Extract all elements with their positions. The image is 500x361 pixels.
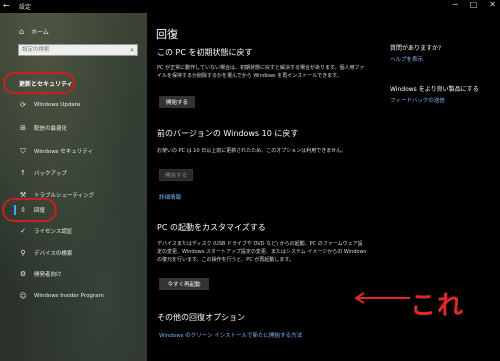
rollback-description: お使いの PC は 10 日以上前に更新されたため、このオプションは利用できませ…: [157, 148, 347, 154]
sidebar-item-developers[interactable]: ⚙ 開発者向け: [0, 266, 147, 282]
clean-install-link[interactable]: Windows のクリーン インストールで新たに開始する方法: [159, 331, 302, 339]
search-input[interactable]: [22, 45, 122, 55]
settings-window: ← 設定 ─ □ ✕ ⌂ ホーム ⌕ 更新とセキュリティ ⟳ Windows U…: [0, 0, 500, 361]
search-icon[interactable]: ⌕: [130, 46, 134, 55]
sidebar-item-label: 配信の最適化: [34, 126, 68, 132]
sidebar-item-activation[interactable]: ✓ ライセンス認証: [0, 223, 147, 239]
sidebar-item-label: 開発者向け: [34, 272, 62, 278]
feedback-link[interactable]: フィードバックの送信: [390, 96, 445, 104]
minimize-icon[interactable]: ─: [453, 0, 458, 9]
sidebar-item-label: Windows Insider Program: [34, 293, 104, 299]
rollback-learn-more-link[interactable]: 詳細情報: [159, 193, 181, 201]
shield-icon: ⛉: [20, 146, 26, 155]
title-bar: ← 設定 ─ □ ✕: [0, 0, 500, 13]
window-controls: ─ □ ✕: [453, 0, 496, 9]
search-box[interactable]: ⌕: [18, 44, 138, 56]
reset-start-button[interactable]: 開始する: [159, 96, 195, 108]
home-icon: ⌂: [19, 27, 25, 36]
restart-now-button[interactable]: 今すぐ再起動: [159, 278, 209, 290]
sidebar-item-windows-security[interactable]: ⛉ Windows セキュリティ: [0, 143, 147, 159]
sidebar: ⌂ ホーム ⌕ 更新とセキュリティ ⟳ Windows Update ⊞ 配信の…: [0, 13, 147, 361]
rollback-heading: 前のバージョンの Windows 10 に戻す: [157, 129, 299, 138]
highlight-circle-section: [3, 72, 75, 94]
sidebar-item-label: デバイスの検索: [34, 251, 73, 257]
improve-heading: Windows をより良い製品にする: [390, 86, 479, 93]
highlight-circle-recovery: [2, 198, 57, 222]
reset-description: PC が正常に動作していない場合は、初期状態に戻すと解決する場合があります。個人…: [157, 65, 365, 79]
back-arrow-icon[interactable]: ←: [3, 1, 10, 10]
person-location-icon: ⚲: [20, 249, 26, 257]
sidebar-item-insider-program[interactable]: ☺ Windows Insider Program: [0, 288, 147, 304]
delivery-icon: ⊞: [20, 124, 26, 132]
main-content: 回復 この PC を初期状態に戻す PC が正常に動作していない場合は、初期状態…: [147, 13, 500, 361]
more-options-heading: その他の回復オプション: [157, 313, 245, 322]
sidebar-item-label: Windows セキュリティ: [34, 149, 93, 155]
help-link[interactable]: ヘルプを表示: [390, 55, 423, 63]
advanced-startup-heading: PC の起動をカスタマイズする: [157, 223, 266, 232]
page-title: 回復: [156, 28, 178, 41]
backup-icon: ↑: [20, 169, 26, 177]
reset-heading: この PC を初期状態に戻す: [157, 48, 253, 57]
annotation-label: これ: [410, 291, 465, 321]
sidebar-item-label: Windows Update: [34, 102, 81, 108]
annotation-arrow: [354, 292, 410, 304]
home-label: ホーム: [31, 29, 49, 36]
sync-icon: ⟳: [20, 101, 26, 109]
window-title: 設定: [19, 4, 32, 11]
developer-icon: ⚙: [19, 270, 27, 278]
close-icon[interactable]: ✕: [489, 0, 496, 9]
sidebar-item-delivery-optimization[interactable]: ⊞ 配信の最適化: [0, 120, 147, 136]
sidebar-home[interactable]: ⌂ ホーム: [19, 27, 49, 36]
insider-icon: ☺: [19, 292, 27, 300]
rollback-start-button[interactable]: 開始する: [159, 169, 193, 181]
sidebar-item-backup[interactable]: ↑ バックアップ: [0, 165, 147, 181]
question-heading: 質問がありますか?: [390, 45, 442, 52]
check-circle-icon: ✓: [20, 227, 26, 235]
advanced-startup-description: デバイスまたはディスク (USB ドライブや DVD など) からの起動、PC …: [157, 241, 367, 263]
sidebar-item-label: ライセンス認証: [34, 229, 73, 235]
sidebar-item-find-device[interactable]: ⚲ デバイスの検索: [0, 245, 147, 261]
sidebar-item-windows-update[interactable]: ⟳ Windows Update: [0, 97, 147, 113]
maximize-icon[interactable]: □: [470, 0, 478, 9]
sidebar-item-label: バックアップ: [34, 171, 68, 177]
